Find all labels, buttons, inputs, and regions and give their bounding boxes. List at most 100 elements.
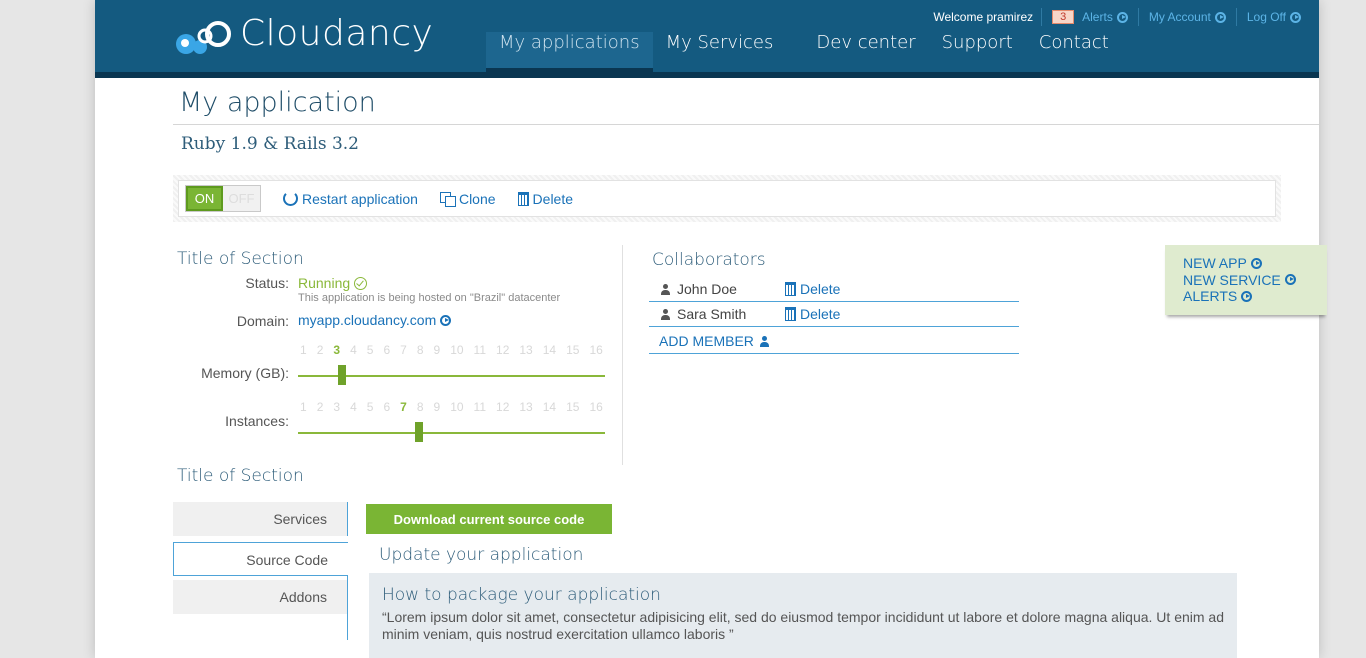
header: Cloudancy Welcome pramirez 3 Alerts My A… — [95, 0, 1319, 78]
log-off-link[interactable]: Log Off — [1237, 10, 1311, 24]
instances-label: Instances: — [225, 413, 289, 429]
alerts-link[interactable]: 3 Alerts — [1042, 10, 1138, 24]
on-off-toggle[interactable]: ON OFF — [185, 185, 261, 212]
collaborator-name: Sara Smith — [677, 306, 747, 322]
collaborator-row: Sara Smith Delete — [649, 302, 1019, 327]
app-details-panel: Title of Section Status: Running This ap… — [173, 245, 623, 465]
instances-tick: 7 — [400, 400, 407, 414]
page: Cloudancy Welcome pramirez 3 Alerts My A… — [95, 0, 1319, 658]
add-member-button[interactable]: ADD MEMBER — [649, 329, 1019, 354]
log-off-label: Log Off — [1246, 10, 1286, 24]
logo[interactable]: Cloudancy — [174, 12, 434, 58]
delete-collaborator-button[interactable]: Delete — [785, 281, 840, 297]
restart-label: Restart application — [302, 190, 418, 207]
instances-tick: 5 — [366, 400, 374, 414]
delete-app-button[interactable]: Delete — [517, 190, 574, 207]
arrow-right-icon — [1284, 274, 1296, 286]
trash-icon — [785, 282, 796, 296]
memory-slider[interactable]: 1 2 3 4 5 6 7 8 9 10 11 12 13 14 15 16 — [298, 343, 605, 385]
memory-tick: 1 — [300, 343, 307, 357]
instances-tick: 10 — [450, 400, 464, 414]
cloud-logo-icon — [176, 21, 231, 54]
trash-icon — [785, 307, 796, 321]
quick-actions-widget: NEW APP NEW SERVICE ALERTS — [1165, 245, 1327, 315]
new-service-link[interactable]: NEW SERVICE — [1183, 272, 1309, 289]
arrow-right-icon — [1290, 11, 1301, 23]
status-value: Running — [298, 275, 368, 291]
nav-contact[interactable]: Contact — [1026, 32, 1122, 72]
status-text: Running — [298, 275, 351, 291]
instances-tick: 6 — [383, 400, 391, 414]
delete-collaborator-button[interactable]: Delete — [785, 306, 840, 322]
page-title-bar: My application — [173, 84, 1319, 125]
instances-tick: 14 — [542, 400, 557, 414]
arrow-right-icon — [1250, 257, 1262, 269]
page-subtitle: Ruby 1.9 & Rails 3.2 — [181, 134, 359, 154]
instances-track[interactable] — [298, 422, 605, 442]
domain-link[interactable]: myapp.cloudancy.com — [298, 312, 452, 328]
check-circle-icon — [354, 276, 368, 290]
delete-label: Delete — [532, 190, 574, 207]
memory-tick: 4 — [350, 343, 357, 357]
app-toolbar: ON OFF Restart application Clone Delete — [173, 175, 1281, 222]
memory-tick: 11 — [473, 343, 487, 357]
new-service-label: NEW SERVICE — [1183, 271, 1281, 288]
instances-tick: 2 — [316, 400, 324, 414]
alerts-widget-label: ALERTS — [1183, 288, 1238, 304]
main-nav: My applications My Services Dev center S… — [486, 32, 1122, 72]
alerts-count-badge: 3 — [1052, 10, 1075, 24]
memory-tick: 14 — [542, 343, 557, 357]
new-app-label: NEW APP — [1183, 255, 1247, 271]
nav-my-services[interactable]: My Services — [653, 32, 804, 72]
top-user-bar: Welcome pramirez 3 Alerts My Account Log… — [925, 8, 1319, 26]
instances-slider-handle[interactable] — [414, 422, 423, 442]
toggle-on[interactable]: ON — [186, 186, 223, 211]
arrow-right-icon — [440, 314, 452, 326]
arrow-right-icon — [1214, 11, 1226, 23]
user-icon — [661, 283, 671, 295]
status-note: This application is being hosted on "Bra… — [298, 292, 561, 304]
instances-slider[interactable]: 1 2 3 4 5 6 7 8 9 10 11 12 13 14 15 16 — [298, 400, 605, 442]
collaborator-name: John Doe — [677, 281, 737, 297]
toggle-off[interactable]: OFF — [223, 186, 260, 211]
memory-tick: 7 — [400, 343, 407, 357]
collaborator-row: John Doe Delete — [649, 277, 1019, 302]
delete-collaborator-label: Delete — [800, 281, 841, 297]
new-app-link[interactable]: NEW APP — [1183, 255, 1309, 272]
instances-tick: 4 — [350, 400, 357, 414]
source-section-title: Title of Section — [177, 466, 304, 486]
tab-services[interactable]: Services — [173, 502, 348, 536]
arrow-right-icon — [1116, 11, 1128, 23]
memory-tick: 9 — [433, 343, 441, 357]
tab-divider — [347, 576, 348, 640]
memory-label: Memory (GB): — [201, 365, 289, 381]
nav-my-applications[interactable]: My applications — [486, 32, 653, 72]
instances-tick: 11 — [473, 400, 487, 414]
instances-tick: 15 — [566, 400, 580, 414]
download-source-button[interactable]: Download current source code — [366, 504, 612, 534]
my-account-link[interactable]: My Account — [1139, 10, 1236, 24]
delete-collaborator-label: Delete — [800, 306, 841, 322]
memory-tick: 13 — [519, 343, 533, 357]
memory-tick: 10 — [450, 343, 464, 357]
user-icon — [661, 308, 671, 320]
instances-tick: 3 — [333, 400, 341, 414]
domain-text: myapp.cloudancy.com — [298, 312, 437, 328]
tab-addons[interactable]: Addons — [173, 580, 348, 614]
memory-tick: 3 — [333, 343, 341, 357]
instances-tick: 12 — [496, 400, 510, 414]
restart-button[interactable]: Restart application — [283, 191, 418, 207]
domain-label: Domain: — [236, 313, 289, 329]
how-to-package-box: How to package your application “Lorem i… — [369, 573, 1237, 658]
tab-source-code[interactable]: Source Code — [173, 542, 348, 576]
alerts-widget-link[interactable]: ALERTS — [1183, 288, 1309, 305]
nav-dev-center[interactable]: Dev center — [803, 32, 928, 72]
clone-label: Clone — [458, 190, 496, 207]
memory-track[interactable] — [298, 365, 605, 385]
welcome-text: Welcome pramirez — [933, 10, 1034, 24]
instances-ticks: 1 2 3 4 5 6 7 8 9 10 11 12 13 14 15 16 — [298, 400, 605, 414]
nav-support[interactable]: Support — [929, 32, 1026, 72]
brand-name: Cloudancy — [240, 12, 434, 54]
memory-slider-handle[interactable] — [338, 365, 347, 385]
clone-button[interactable]: Clone — [439, 190, 496, 207]
